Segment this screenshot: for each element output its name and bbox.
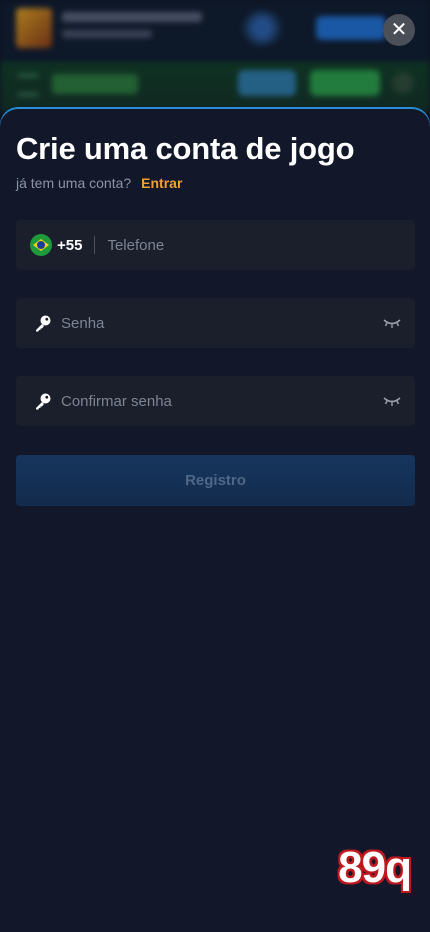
close-button[interactable]: ✕: [383, 14, 415, 46]
phone-field[interactable]: +55: [16, 220, 415, 270]
country-code-selector[interactable]: +55: [57, 237, 82, 254]
phone-input[interactable]: [107, 220, 415, 270]
register-sheet: Crie uma conta de jogo já tem uma conta?…: [0, 108, 430, 932]
login-prompt: já tem uma conta? Entrar: [16, 175, 182, 191]
eye-closed-icon[interactable]: [383, 395, 401, 407]
confirm-password-input[interactable]: [61, 376, 383, 426]
background-text: [62, 30, 152, 38]
register-button[interactable]: Registro: [16, 455, 415, 506]
key-icon: [34, 314, 52, 332]
brazil-flag-icon: [30, 234, 52, 256]
divider: [94, 236, 96, 254]
login-link[interactable]: Entrar: [141, 175, 182, 191]
background-brand-logo: [52, 74, 138, 94]
background-button: [316, 16, 386, 40]
key-icon: [34, 392, 52, 410]
background-icon: [392, 72, 414, 94]
background-button: [238, 70, 296, 96]
eye-closed-icon[interactable]: [383, 317, 401, 329]
confirm-password-field[interactable]: [16, 376, 415, 426]
background-button: [310, 70, 380, 96]
background-menu-icon: [18, 74, 38, 96]
page-title: Crie uma conta de jogo: [16, 131, 355, 166]
close-icon: ✕: [390, 19, 408, 41]
background-logo: [240, 10, 284, 46]
background-thumbnail: [16, 8, 52, 48]
login-prompt-text: já tem uma conta?: [16, 175, 132, 191]
background-text: [62, 12, 202, 22]
password-field[interactable]: [16, 298, 415, 348]
password-input[interactable]: [61, 298, 383, 348]
watermark-logo: 89q: [338, 843, 412, 892]
